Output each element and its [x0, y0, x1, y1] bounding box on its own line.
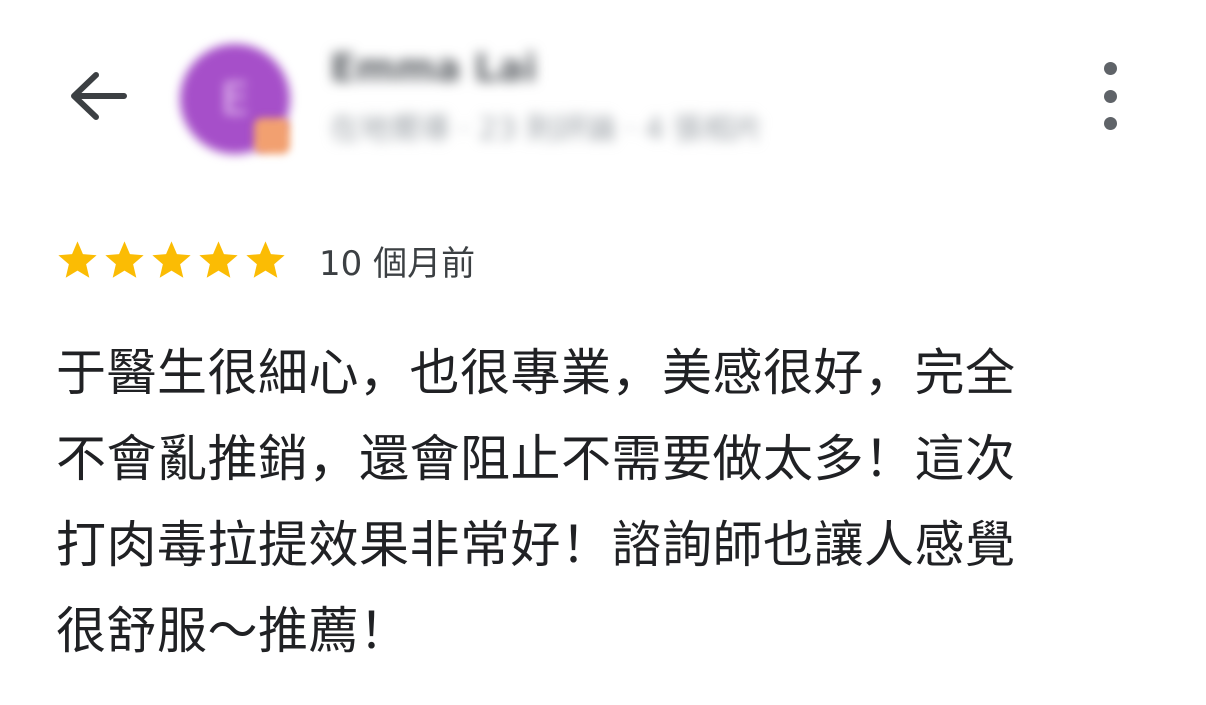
star-icon — [246, 240, 285, 278]
review-line: 不會亂推銷，還會阻止不需要做太多！這次 — [56, 430, 1016, 488]
arrow-back-icon — [71, 72, 127, 120]
more-options-button[interactable] — [1082, 62, 1138, 130]
review-time: 10 個月前 — [319, 243, 476, 284]
review-line: 于醫生很細心，也很專業，美感很好，完全 — [56, 344, 1016, 402]
reviewer-name[interactable]: Emma Lai — [330, 46, 537, 90]
review-text: 于醫生很細心，也很專業，美感很好，完全 不會亂推銷，還會阻止不需要做太多！這次 打肉… — [56, 330, 1136, 674]
more-vert-icon-dot — [1103, 89, 1117, 103]
avatar-letter: E — [221, 73, 249, 125]
rating-row: 10 個月前 — [54, 234, 475, 286]
star-icon — [199, 240, 238, 278]
back-button[interactable] — [62, 64, 132, 128]
local-guide-badge — [254, 118, 290, 154]
star-icon — [58, 240, 97, 278]
review-line: 打肉毒拉提效果非常好！諮詢師也讓人感覺 — [56, 516, 1016, 574]
review-header: E Emma Lai 在地嚮導 · 23 則評論 · 4 張相片 — [0, 0, 1206, 200]
reviewer-meta: 在地嚮導 · 23 則評論 · 4 張相片 — [330, 112, 764, 147]
review-line: 很舒服～推薦！ — [56, 602, 410, 660]
more-vert-icon — [1103, 62, 1117, 75]
star-rating — [54, 238, 289, 283]
star-icon — [105, 240, 144, 278]
more-vert-icon-dot — [1103, 117, 1117, 130]
avatar[interactable]: E — [176, 40, 296, 160]
star-icon — [152, 240, 191, 278]
